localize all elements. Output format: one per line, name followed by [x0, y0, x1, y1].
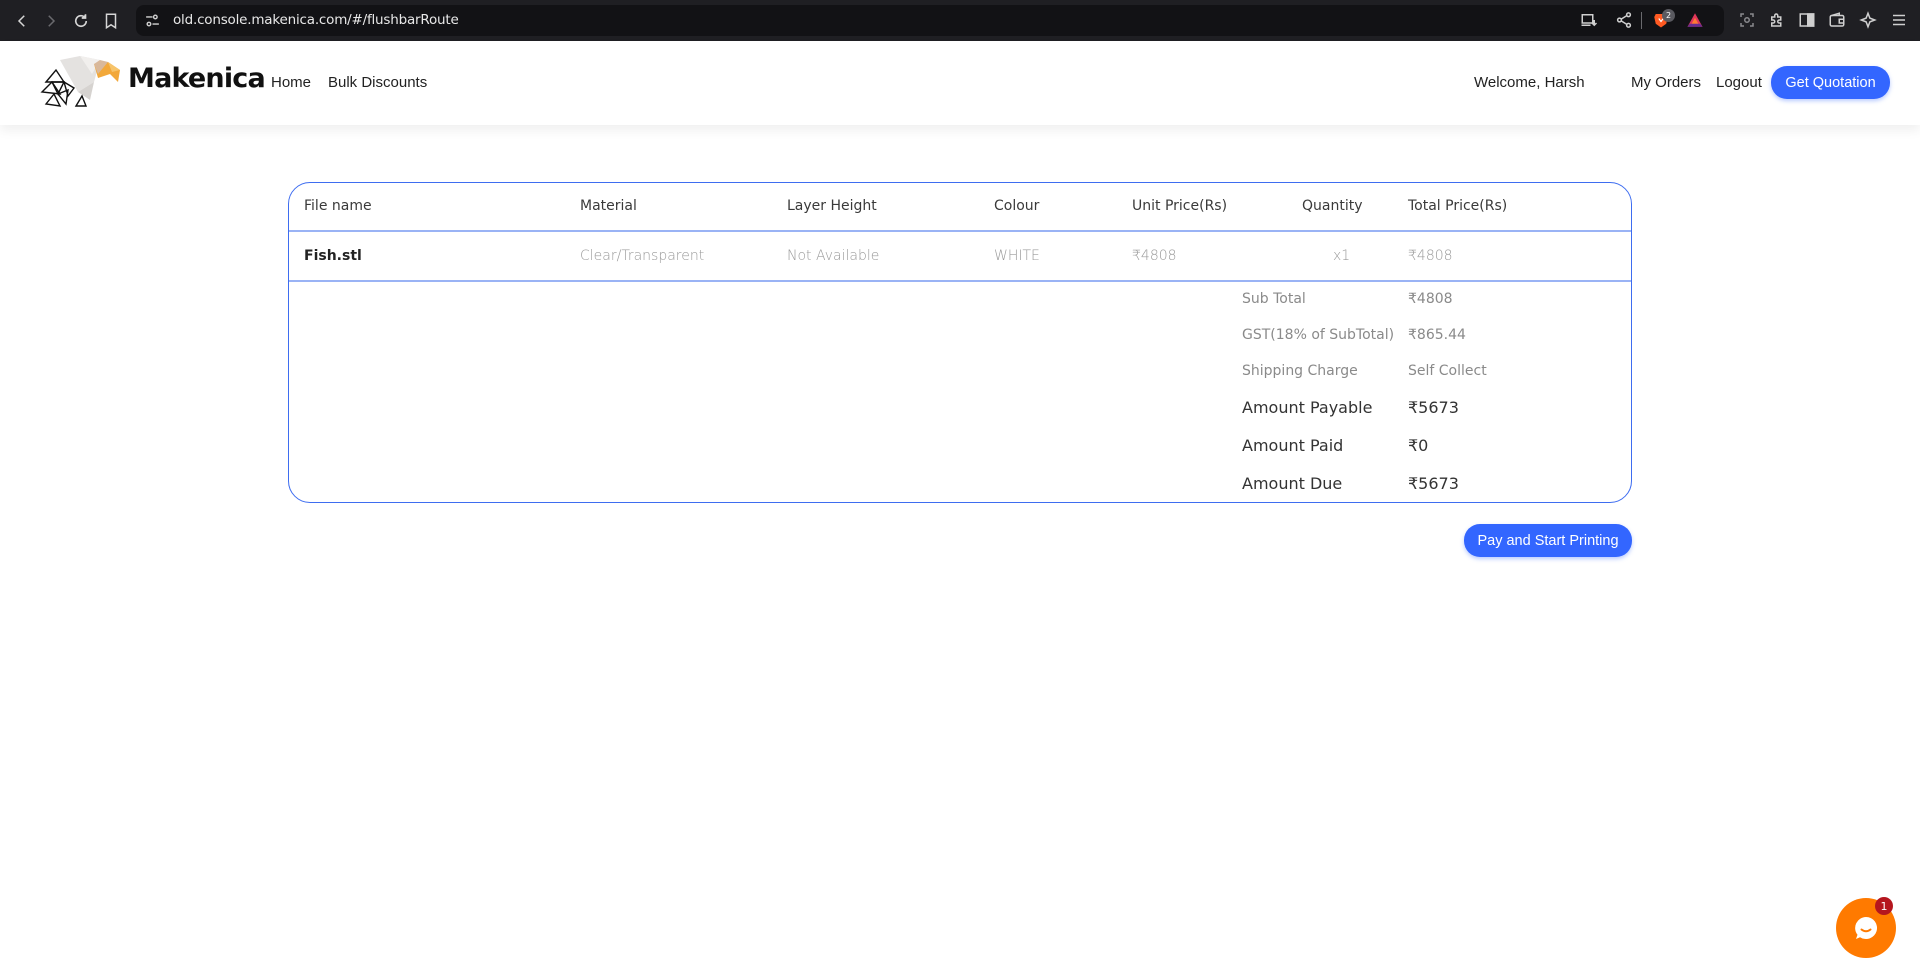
site-settings-icon[interactable] — [144, 12, 161, 29]
bat-triangle-icon — [1687, 13, 1703, 27]
sidebar-toggle-button[interactable] — [1796, 9, 1818, 31]
col-quantity: Quantity — [1302, 198, 1363, 214]
order-card: File name Material Layer Height Colour U… — [288, 182, 1632, 503]
row-divider — [289, 280, 1631, 282]
site-header: Makenica Home Bulk Discounts Welcome, Ha… — [0, 41, 1920, 125]
nav-home[interactable]: Home — [271, 74, 311, 91]
nav-bulk-discounts[interactable]: Bulk Discounts — [328, 74, 427, 91]
quantity-cell: x1 — [1333, 248, 1351, 264]
brave-rewards-button[interactable] — [1684, 9, 1706, 31]
sidebar-icon — [1799, 13, 1815, 27]
material-cell: Clear/Transparent — [580, 248, 705, 264]
screenshot-button[interactable] — [1736, 9, 1758, 31]
total-price-cell: ₹4808 — [1408, 248, 1453, 264]
forward-button[interactable] — [36, 6, 66, 36]
gst-value: ₹865.44 — [1408, 327, 1466, 343]
shipping-value: Self Collect — [1408, 363, 1487, 379]
reload-button[interactable] — [66, 6, 96, 36]
amount-paid-value: ₹0 — [1408, 436, 1429, 455]
colour-cell: WHITE — [994, 248, 1040, 264]
extensions-button[interactable] — [1766, 9, 1788, 31]
chevron-right-icon — [48, 15, 56, 27]
pay-and-start-printing-button[interactable]: Pay and Start Printing — [1464, 524, 1632, 557]
col-file-name: File name — [304, 198, 372, 214]
col-material: Material — [580, 198, 637, 214]
chat-bubble-icon — [1855, 916, 1878, 939]
subtotal-value: ₹4808 — [1408, 291, 1453, 307]
col-layer-height: Layer Height — [787, 198, 877, 214]
amount-payable-label: Amount Payable — [1242, 398, 1373, 417]
url-text[interactable]: old.console.makenica.com/#/flushbarRoute — [173, 12, 459, 28]
subtotal-label: Sub Total — [1242, 291, 1306, 307]
amount-payable-value: ₹5673 — [1408, 398, 1459, 417]
address-bar[interactable]: old.console.makenica.com/#/flushbarRoute — [136, 5, 1724, 36]
amount-due-value: ₹5673 — [1408, 474, 1459, 493]
leo-ai-button[interactable] — [1857, 9, 1879, 31]
puzzle-icon — [1771, 13, 1782, 27]
logout-link[interactable]: Logout — [1716, 74, 1762, 91]
amount-paid-label: Amount Paid — [1242, 436, 1344, 455]
amount-due-label: Amount Due — [1242, 474, 1343, 493]
install-app-button[interactable] — [1578, 9, 1600, 31]
eagle-logo-icon[interactable] — [38, 52, 120, 108]
nav-my-orders[interactable]: My Orders — [1631, 74, 1701, 91]
bookmark-icon — [105, 13, 117, 30]
layer-height-cell: Not Available — [787, 248, 880, 264]
get-quotation-button[interactable]: Get Quotation — [1771, 66, 1890, 99]
main-menu-button[interactable] — [1888, 9, 1910, 31]
file-name-cell: Fish.stl — [304, 248, 362, 264]
back-button[interactable] — [7, 6, 37, 36]
brand-name[interactable]: Makenica — [128, 63, 266, 94]
share-icon — [1616, 12, 1632, 28]
bookmark-button[interactable] — [96, 6, 126, 36]
reload-icon — [74, 14, 88, 28]
shipping-label: Shipping Charge — [1242, 363, 1358, 379]
chevron-left-icon — [17, 15, 25, 27]
install-icon — [1581, 14, 1598, 27]
col-unit-price: Unit Price(Rs) — [1132, 198, 1228, 214]
col-total-price: Total Price(Rs) — [1408, 198, 1508, 214]
header-divider — [289, 230, 1631, 232]
hamburger-icon — [1893, 14, 1905, 26]
chat-unread-badge: 1 — [1875, 897, 1893, 915]
sparkle-icon — [1859, 11, 1877, 29]
wallet-icon — [1829, 12, 1845, 27]
share-button[interactable] — [1613, 9, 1635, 31]
browser-toolbar: old.console.makenica.com/#/flushbarRoute… — [0, 0, 1920, 41]
wallet-button[interactable] — [1826, 9, 1848, 31]
shield-count-badge: 2 — [1662, 9, 1675, 22]
toolbar-divider — [1641, 12, 1642, 29]
gst-label: GST(18% of SubTotal) — [1242, 327, 1395, 343]
unit-price-cell: ₹4808 — [1132, 248, 1177, 264]
welcome-text: Welcome, Harsh — [1474, 74, 1585, 91]
capture-icon — [1740, 13, 1754, 27]
col-colour: Colour — [994, 198, 1040, 214]
